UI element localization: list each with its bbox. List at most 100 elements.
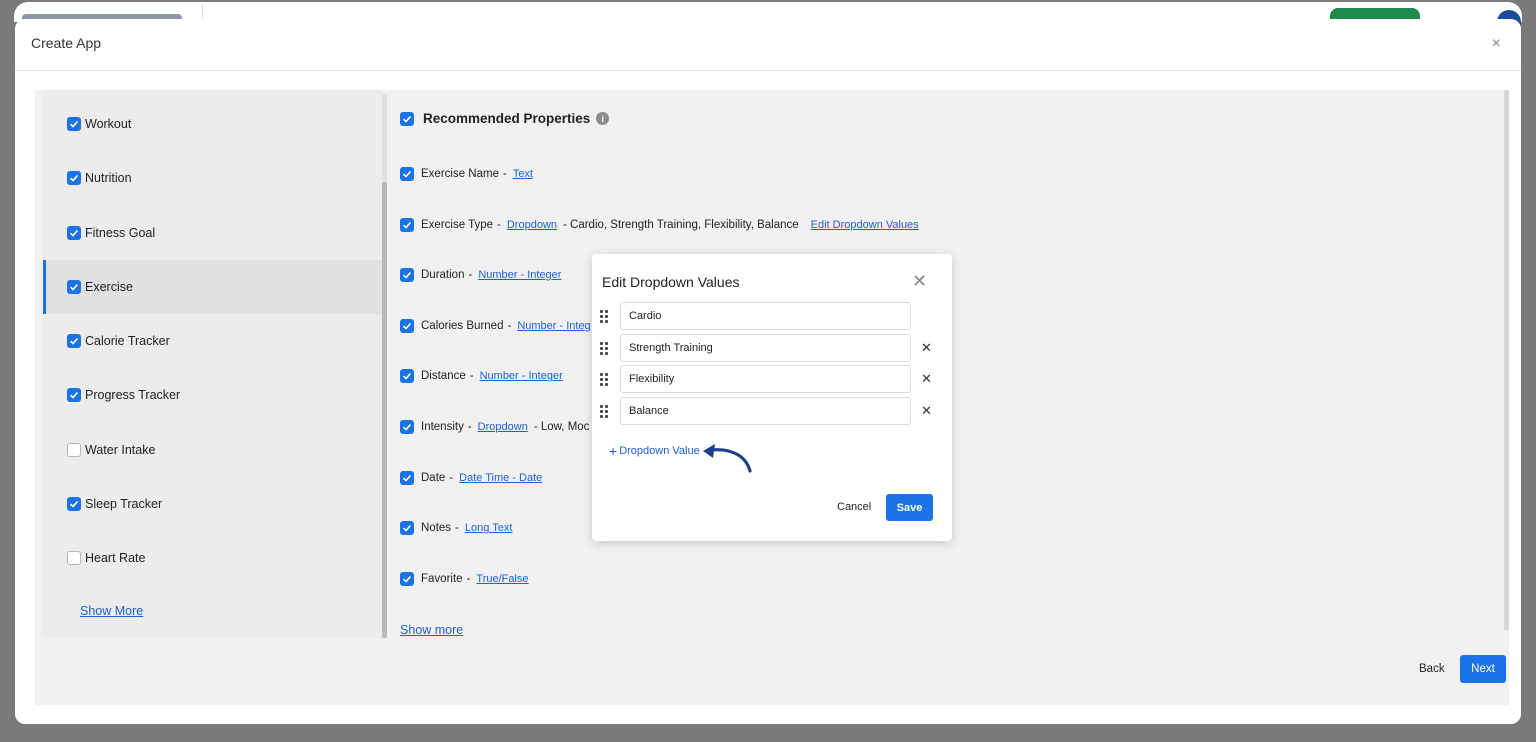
category-item[interactable]: Exercise (43, 259, 382, 314)
category-label: Calorie Tracker (85, 334, 170, 348)
property-type-link[interactable]: Number - Integer (480, 370, 563, 382)
categories-show-more-link[interactable]: Show More (80, 604, 143, 618)
category-item[interactable]: Progress Tracker (43, 368, 382, 422)
checkbox-checked[interactable] (67, 388, 81, 403)
dropdown-value-row: Cardio (600, 302, 940, 330)
checkbox-checked[interactable] (67, 225, 81, 240)
property-row[interactable]: Exercise Type - Dropdown - Cardio, Strength… (400, 217, 919, 232)
property-row[interactable]: Date - Date Time - Date (400, 470, 548, 485)
checkbox-checked[interactable] (67, 334, 81, 348)
category-item[interactable]: Workout (43, 97, 382, 151)
checkbox-checked[interactable] (67, 279, 81, 294)
checkbox-unchecked[interactable] (67, 442, 81, 457)
category-label: Nutrition (85, 171, 132, 186)
cancel-button[interactable]: Cancel (837, 501, 871, 513)
property-separator: - (497, 218, 501, 231)
property-checkbox[interactable] (400, 167, 414, 181)
category-item[interactable]: Water Intake (43, 423, 382, 477)
dropdown-value-input[interactable]: Cardio (620, 302, 911, 330)
property-checkbox[interactable] (400, 369, 414, 384)
property-type-link[interactable]: Long Text (465, 522, 513, 534)
property-checkbox[interactable] (400, 318, 414, 333)
checkbox-checked[interactable] (67, 171, 81, 186)
property-separator: - (507, 319, 512, 332)
checkbox-unchecked[interactable] (67, 551, 81, 565)
property-row[interactable]: Duration - Number - Integer (400, 268, 567, 283)
dropdown-value-input[interactable]: Flexibility (620, 365, 911, 394)
dropdown-value-row: Balance ✕ (600, 397, 940, 426)
add-dropdown-value-label: Dropdown Value (619, 445, 700, 457)
property-name: Intensity (421, 421, 464, 433)
drag-handle-icon[interactable] (600, 341, 610, 355)
category-item[interactable]: Heart Rate (43, 531, 382, 585)
category-list-scrollbar-thumb[interactable] (382, 182, 387, 638)
property-separator: - (468, 269, 473, 282)
property-row[interactable]: Calories Burned - Number - Integ (400, 318, 597, 333)
pointer-arrow-icon (703, 444, 752, 473)
category-label: Progress Tracker (85, 388, 181, 403)
dialog-title: Create App (31, 35, 102, 51)
dropdown-value-input[interactable]: Strength Training (620, 333, 911, 362)
property-row[interactable]: Favorite - True/False (400, 571, 535, 586)
recommended-properties-title: Recommended Properties (423, 111, 591, 126)
property-checkbox[interactable] (400, 217, 414, 232)
property-type-link[interactable]: True/False (476, 573, 528, 585)
category-list: Workout Nutrition Fitness Goal Exercise Calo… (43, 90, 382, 638)
edit-dropdown-values-link[interactable]: Edit Dropdown Values (811, 219, 919, 231)
category-label: Water Intake (85, 442, 156, 457)
drag-handle-icon[interactable] (600, 373, 610, 387)
property-type-link[interactable]: Dropdown (478, 421, 528, 433)
dropdown-value-row: Strength Training ✕ (600, 333, 940, 362)
property-checkbox[interactable] (400, 470, 414, 485)
property-separator: - (466, 572, 471, 585)
property-row[interactable]: Exercise Name - Text (400, 167, 539, 181)
back-button[interactable]: Back (1419, 663, 1445, 675)
property-row[interactable]: Distance - Number - Integer (400, 369, 569, 384)
property-checkbox[interactable] (400, 420, 414, 434)
property-name: Date (421, 471, 446, 484)
category-label: Exercise (85, 279, 133, 294)
property-row[interactable]: Notes - Long Text (400, 521, 518, 536)
close-icon[interactable]: ✕ (912, 272, 927, 290)
property-separator: - (502, 168, 507, 180)
property-type-link[interactable]: Number - Integ (517, 320, 590, 332)
checkbox-checked[interactable] (67, 496, 81, 511)
drag-handle-icon[interactable] (600, 405, 610, 419)
category-item[interactable]: Nutrition (43, 151, 382, 205)
category-label: Workout (85, 117, 132, 131)
next-button[interactable]: Next (1460, 655, 1506, 683)
dropdown-value-input[interactable]: Balance (620, 397, 911, 426)
recommended-properties-header[interactable]: Recommended Properties i (400, 111, 610, 126)
property-values: - Low, Moc (533, 421, 590, 433)
drag-handle-icon[interactable] (600, 310, 610, 323)
properties-scrollbar[interactable] (1504, 90, 1509, 630)
property-values: - Cardio, Strength Training, Flexibility… (563, 218, 799, 231)
remove-value-icon[interactable]: ✕ (921, 371, 932, 387)
category-item[interactable]: Sleep Tracker (43, 477, 382, 531)
property-type-link[interactable]: Number - Integer (478, 269, 561, 281)
property-type-link[interactable]: Dropdown (507, 219, 557, 231)
edit-dropdown-values-modal: Edit Dropdown Values ✕ Cardio Strength Tr… (592, 254, 952, 541)
recommended-properties-checkbox[interactable] (400, 111, 414, 126)
property-checkbox[interactable] (400, 571, 414, 586)
save-button[interactable]: Save (886, 494, 933, 521)
category-item[interactable]: Fitness Goal (43, 206, 382, 260)
property-type-link[interactable]: Date Time - Date (459, 472, 542, 484)
category-list-scrollbar[interactable] (382, 94, 387, 638)
properties-show-more-link[interactable]: Show more (400, 623, 463, 637)
info-icon[interactable]: i (596, 112, 610, 125)
add-dropdown-value-button[interactable]: + Dropdown Value (609, 442, 700, 459)
property-checkbox[interactable] (400, 268, 414, 283)
dropdown-value-row: Flexibility ✕ (600, 365, 940, 394)
checkbox-checked[interactable] (67, 117, 81, 131)
remove-value-icon[interactable]: ✕ (921, 340, 932, 356)
remove-value-icon[interactable]: ✕ (921, 403, 932, 419)
category-item[interactable]: Calorie Tracker (43, 314, 382, 368)
property-type-link[interactable]: Text (513, 168, 533, 180)
property-row[interactable]: Intensity - Dropdown - Low, Moc (400, 420, 601, 434)
category-label: Sleep Tracker (85, 496, 163, 511)
dialog-close-icon[interactable]: × (1492, 36, 1501, 52)
plus-icon: + (609, 442, 618, 459)
property-checkbox[interactable] (400, 521, 414, 536)
property-separator: - (449, 471, 454, 484)
